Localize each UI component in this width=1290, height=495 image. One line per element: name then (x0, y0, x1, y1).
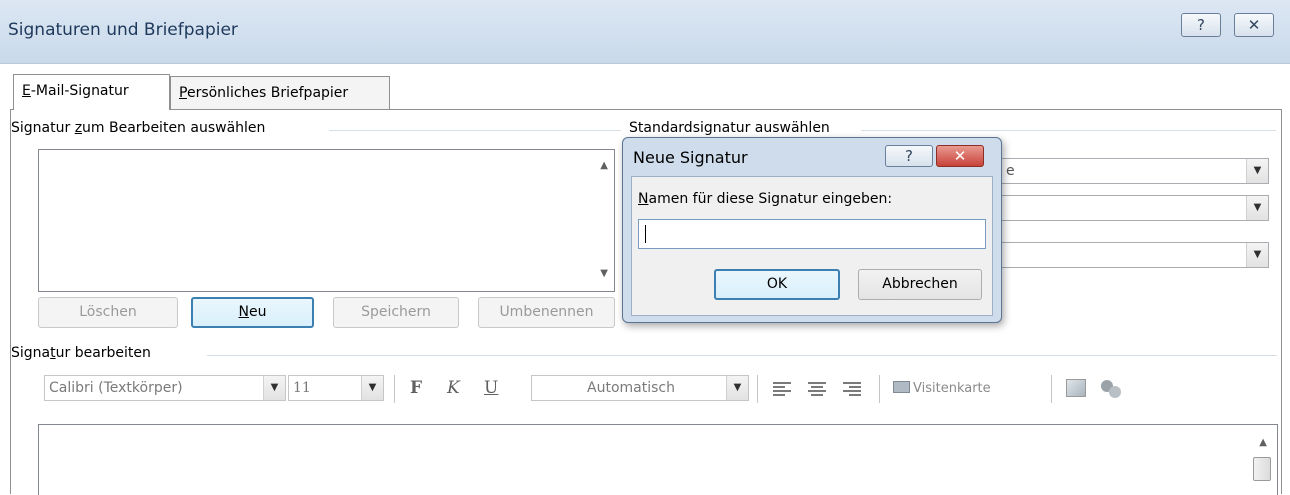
text-caret (645, 225, 646, 243)
dialog-title: Neue Signatur (633, 148, 748, 167)
select-signature-label: Signatur zum Bearbeiten auswählen (11, 120, 272, 136)
signature-name-label: Namen für diese Signatur eingeben: (638, 191, 892, 207)
close-icon: ✕ (953, 147, 967, 165)
dialog-help-button[interactable]: ? (885, 145, 933, 167)
tab-label: -Mail-Signatur (30, 83, 129, 99)
chevron-down-icon: ▼ (1246, 243, 1268, 267)
toolbar-separator (757, 375, 758, 403)
signatures-window: Signaturen und Briefpapier ? ✕ E-Mail-Si… (0, 0, 1290, 495)
account-select[interactable]: e ▼ (1001, 158, 1269, 184)
font-select[interactable]: Calibri (Textkörper) ▼ (44, 375, 286, 401)
button-label: eu (248, 304, 267, 320)
tab-personal-stationery[interactable]: Persönliches Briefpapier (170, 76, 390, 110)
replies-forwards-select[interactable]: ▼ (1001, 242, 1269, 268)
font-size-value: 11 (293, 380, 311, 396)
ok-button[interactable]: OK (714, 269, 840, 300)
chevron-down-icon: ▼ (1246, 196, 1268, 220)
label-part: um Bearbeiten auswählen (82, 120, 266, 136)
chevron-down-icon: ▼ (726, 376, 748, 400)
bold-button[interactable]: F (410, 378, 422, 398)
font-color-value: Automatisch (587, 380, 675, 396)
dialog-close-button[interactable]: ✕ (936, 145, 984, 167)
help-icon: ? (1197, 16, 1205, 34)
label-accesskey: z (74, 120, 83, 136)
align-left-icon[interactable] (773, 382, 791, 398)
underline-button[interactable]: U (484, 378, 498, 398)
scroll-up-icon[interactable]: ▲ (1259, 437, 1267, 448)
hyperlink-icon[interactable] (1099, 378, 1123, 398)
font-color-select[interactable]: Automatisch ▼ (531, 375, 749, 401)
divider (207, 355, 1277, 356)
help-icon: ? (905, 147, 913, 165)
business-card-icon (893, 381, 910, 393)
tab-label-accesskey: P (179, 85, 187, 101)
divider (329, 130, 621, 131)
signature-list[interactable]: ▲ ▼ (38, 149, 615, 292)
signature-name-input[interactable] (638, 219, 986, 249)
scroll-down-icon[interactable]: ▼ (600, 268, 608, 279)
delete-button[interactable]: Löschen (38, 297, 178, 328)
scroll-up-icon[interactable]: ▲ (600, 160, 608, 171)
font-value: Calibri (Textkörper) (49, 380, 183, 396)
chevron-down-icon: ▼ (361, 376, 383, 400)
new-signature-dialog: Neue Signatur ? ✕ Namen für diese Signat… (622, 137, 1002, 323)
toolbar-separator (1051, 375, 1052, 403)
align-center-icon[interactable] (808, 382, 826, 398)
tab-label: ersönliches Briefpapier (186, 85, 349, 101)
toolbar-separator (879, 375, 880, 403)
tab-label-accesskey: E (22, 83, 31, 99)
button-accesskey: N (238, 304, 249, 320)
default-signature-label: Standardsignatur auswählen (629, 120, 836, 136)
business-card-label: Visitenkarte (913, 381, 991, 396)
close-button[interactable]: ✕ (1234, 13, 1274, 37)
signature-editor[interactable]: ▲ (38, 424, 1278, 495)
label-part: Signatur (11, 120, 75, 136)
account-value: e (1006, 163, 1015, 179)
cancel-button[interactable]: Abbrechen (858, 269, 982, 300)
align-right-icon[interactable] (843, 382, 861, 398)
tab-email-signature[interactable]: E-Mail-Signatur (13, 74, 170, 110)
close-icon: ✕ (1247, 16, 1261, 34)
help-button[interactable]: ? (1181, 13, 1221, 37)
font-size-select[interactable]: 11 ▼ (288, 375, 384, 401)
chevron-down-icon: ▼ (1246, 159, 1268, 183)
new-button[interactable]: Neu (191, 297, 314, 328)
dialog-body: Namen für diese Signatur eingeben: OK Ab… (631, 176, 993, 316)
label-part: ur bearbeiten (55, 345, 151, 361)
label-part: Signa (11, 345, 51, 361)
edit-signature-label: Signatur bearbeiten (11, 345, 157, 361)
toolbar-separator (394, 375, 395, 403)
scrollbar-thumb[interactable] (1253, 457, 1271, 481)
divider (861, 130, 1276, 131)
save-button[interactable]: Speichern (333, 297, 459, 328)
chevron-down-icon: ▼ (263, 376, 285, 400)
new-messages-select[interactable]: ▼ (1001, 195, 1269, 221)
label-accesskey: N (638, 191, 649, 207)
business-card-button[interactable]: Visitenkarte (893, 381, 991, 396)
insert-picture-icon[interactable] (1066, 379, 1086, 397)
label-part: amen für diese Signatur eingeben: (648, 191, 893, 207)
window-title: Signaturen und Briefpapier (8, 20, 238, 40)
rename-button[interactable]: Umbenennen (478, 297, 615, 328)
title-bar: Signaturen und Briefpapier ? ✕ (0, 0, 1290, 64)
italic-button[interactable]: K (447, 378, 460, 398)
